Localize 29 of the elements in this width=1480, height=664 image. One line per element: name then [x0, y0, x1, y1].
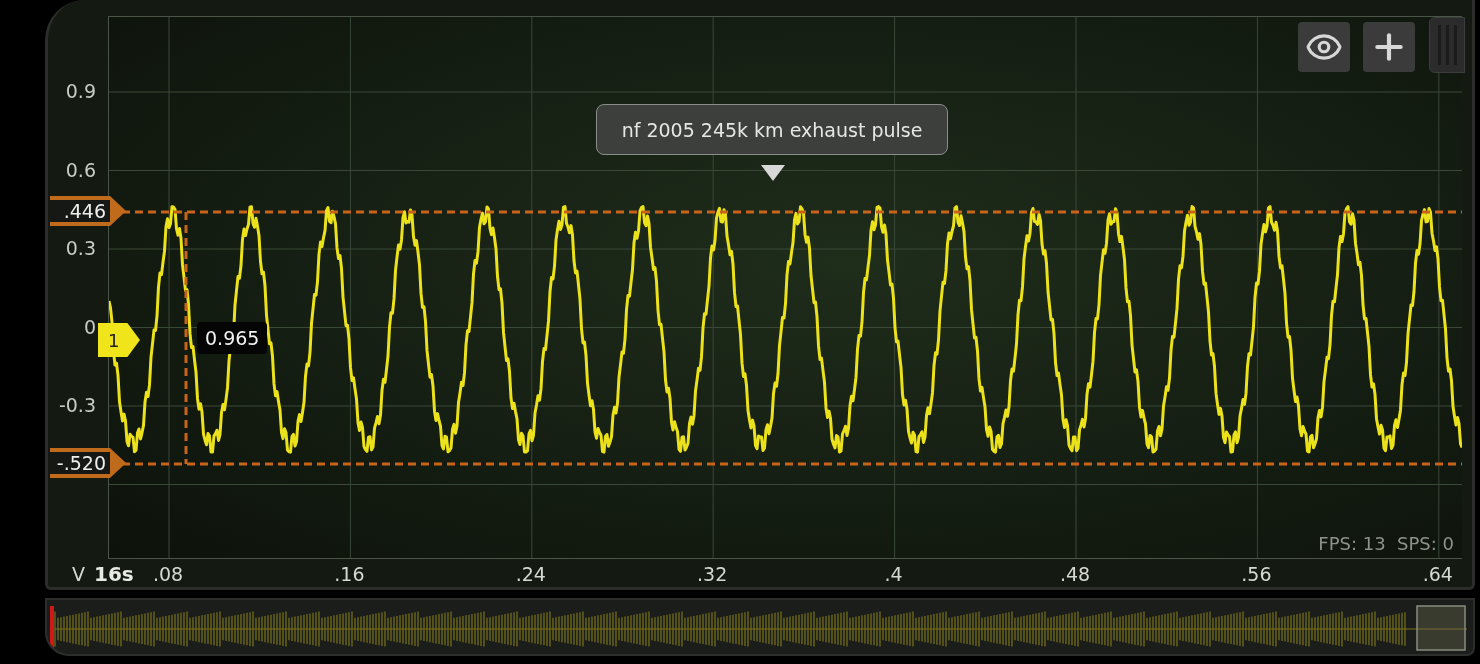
y-axis-label: 0.9	[65, 80, 96, 102]
status-text: FPS: 13 SPS: 0	[1318, 533, 1454, 554]
drawer-handle[interactable]	[1429, 17, 1465, 73]
add-button[interactable]	[1363, 22, 1415, 72]
cursor-tag[interactable]: .446	[50, 196, 110, 226]
x-axis-label: .4	[884, 563, 903, 585]
x-axis-label: .48	[1059, 563, 1091, 585]
pointer-icon	[761, 165, 785, 181]
reading-label: 0.965	[197, 322, 268, 354]
y-axis-label: 0.3	[65, 237, 96, 259]
y-axis-label: 0	[83, 315, 96, 338]
x-axis-label: .56	[1241, 563, 1272, 585]
x-axis-label: .08	[152, 563, 184, 585]
visibility-button[interactable]	[1298, 22, 1350, 72]
timebase-label: 16s	[94, 562, 134, 586]
y-axis-label: -0.3	[58, 394, 96, 416]
y-axis-label: 0.6	[65, 158, 96, 181]
x-axis-label: .64	[1422, 563, 1453, 585]
x-axis-label: .32	[697, 563, 728, 585]
arrow-icon	[110, 448, 126, 478]
viewport-handle[interactable]	[1416, 605, 1466, 651]
x-axis-label: .24	[515, 563, 546, 585]
position-marker[interactable]	[50, 606, 54, 648]
cursor-tag[interactable]: -.520	[50, 448, 110, 478]
overview-strip[interactable]	[45, 598, 1475, 656]
annotation-label: nf 2005 245k km exhaust pulse	[596, 104, 948, 155]
x-axis-label: .16	[334, 563, 365, 585]
unit-label: V	[72, 563, 85, 585]
arrow-icon	[110, 196, 126, 226]
